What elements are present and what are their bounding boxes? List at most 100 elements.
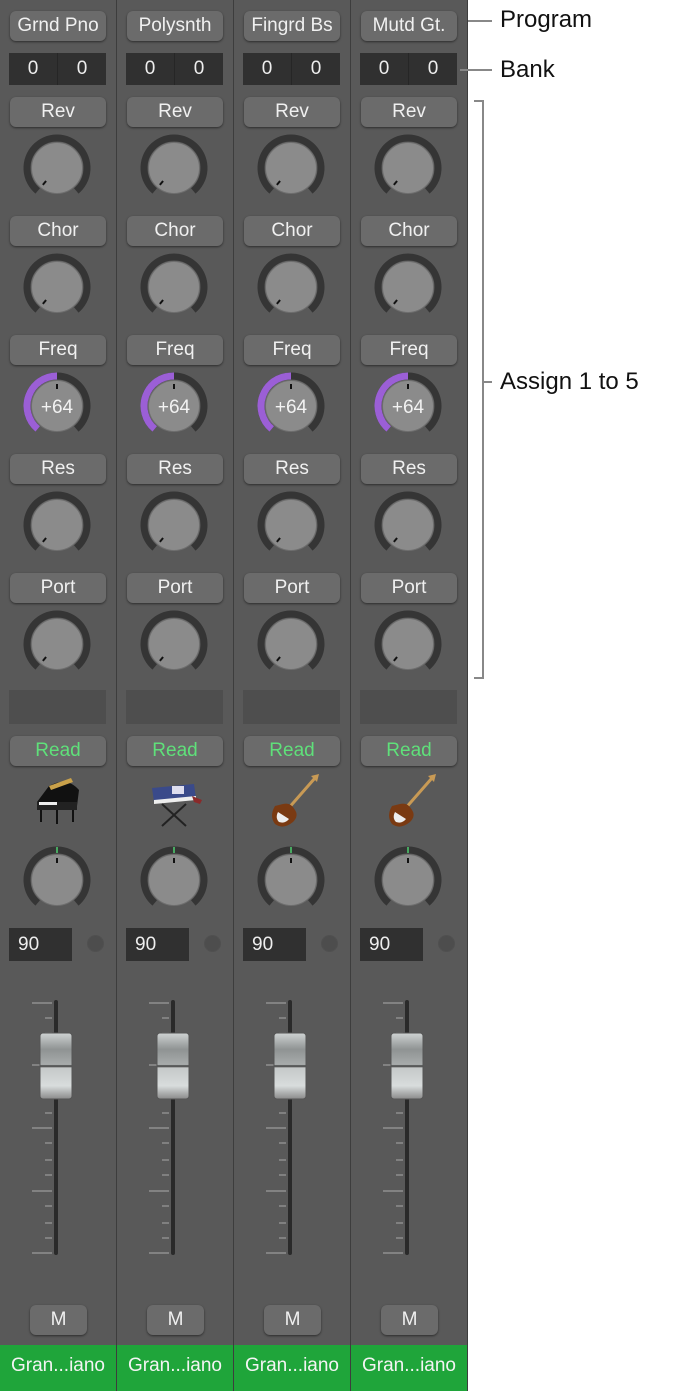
bank-lsb[interactable]: 0	[409, 53, 457, 85]
mute-button[interactable]: M	[147, 1305, 204, 1335]
bank-msb[interactable]: 0	[126, 53, 175, 85]
assign-freq-button[interactable]: Freq	[244, 335, 340, 365]
chor-knob[interactable]	[139, 252, 209, 322]
assign-rev-button[interactable]: Rev	[10, 97, 106, 127]
bank-field[interactable]: 00	[360, 53, 457, 85]
record-indicator[interactable]	[87, 935, 104, 952]
volume-value[interactable]: 90	[126, 928, 189, 961]
program-button[interactable]: Polysnth	[127, 11, 223, 41]
automation-mode-button[interactable]: Read	[361, 736, 457, 766]
track-name[interactable]: Gran...iano	[351, 1345, 467, 1391]
freq-knob[interactable]: +64	[22, 371, 92, 441]
assign-chor-button[interactable]: Chor	[10, 216, 106, 246]
pan-knob[interactable]	[256, 845, 326, 915]
bank-lsb[interactable]: 0	[58, 53, 106, 85]
empty-slot[interactable]	[243, 690, 340, 724]
automation-mode-button[interactable]: Read	[127, 736, 223, 766]
program-button[interactable]: Grnd Pno	[10, 11, 106, 41]
program-button[interactable]: Fingrd Bs	[244, 11, 340, 41]
assign-annotation: Assign 1 to 5	[500, 368, 639, 395]
record-indicator[interactable]	[438, 935, 455, 952]
freq-knob[interactable]: +64	[139, 371, 209, 441]
pan-knob[interactable]	[139, 845, 209, 915]
rev-knob[interactable]	[22, 133, 92, 203]
chor-knob[interactable]	[373, 252, 443, 322]
bank-field[interactable]: 00	[126, 53, 223, 85]
mute-button[interactable]: M	[381, 1305, 438, 1335]
assign-res-button[interactable]: Res	[10, 454, 106, 484]
assign-port-button[interactable]: Port	[127, 573, 223, 603]
res-knob[interactable]	[139, 490, 209, 560]
rev-knob[interactable]	[373, 133, 443, 203]
electric-guitar-icon[interactable]	[378, 772, 438, 832]
automation-mode-button[interactable]: Read	[244, 736, 340, 766]
chor-knob[interactable]	[22, 252, 92, 322]
port-knob[interactable]	[22, 609, 92, 679]
rev-knob[interactable]	[139, 133, 209, 203]
assign-res-button[interactable]: Res	[361, 454, 457, 484]
rev-knob[interactable]	[256, 133, 326, 203]
res-knob[interactable]	[22, 490, 92, 560]
assign-port-button[interactable]: Port	[361, 573, 457, 603]
res-knob[interactable]	[256, 490, 326, 560]
assign-rev-button[interactable]: Rev	[127, 97, 223, 127]
record-indicator[interactable]	[321, 935, 338, 952]
bank-msb[interactable]: 0	[9, 53, 58, 85]
volume-fader[interactable]	[234, 995, 350, 1265]
assign-port-button[interactable]: Port	[10, 573, 106, 603]
grand-piano-icon[interactable]	[27, 772, 87, 832]
track-name[interactable]: Gran...iano	[117, 1345, 233, 1391]
bank-msb[interactable]: 0	[243, 53, 292, 85]
volume-value[interactable]: 90	[360, 928, 423, 961]
assign-chor-button[interactable]: Chor	[244, 216, 340, 246]
volume-fader[interactable]	[117, 995, 233, 1265]
bank-lsb[interactable]: 0	[175, 53, 223, 85]
volume-fader[interactable]	[351, 995, 467, 1265]
pan-knob[interactable]	[22, 845, 92, 915]
bank-msb[interactable]: 0	[360, 53, 409, 85]
bank-field[interactable]: 00	[9, 53, 106, 85]
channel-strip: Polysnth 0 0 Rev Chor Freq +64 Res Port Read 90 M Gr…	[117, 0, 233, 1391]
program-annotation: Program	[500, 6, 593, 33]
volume-fader[interactable]	[0, 995, 116, 1265]
assign-freq-button[interactable]: Freq	[361, 335, 457, 365]
program-button[interactable]: Mutd Gt.	[361, 11, 457, 41]
assign-res-button[interactable]: Res	[244, 454, 340, 484]
assign-chor-button[interactable]: Chor	[361, 216, 457, 246]
assign-port-button[interactable]: Port	[244, 573, 340, 603]
mute-button[interactable]: M	[30, 1305, 87, 1335]
res-knob[interactable]	[373, 490, 443, 560]
electric-guitar-icon[interactable]	[261, 772, 321, 832]
assign-chor-button[interactable]: Chor	[127, 216, 223, 246]
assign-rev-button[interactable]: Rev	[361, 97, 457, 127]
empty-slot[interactable]	[126, 690, 223, 724]
assign-bracket-bottom	[474, 677, 484, 679]
port-knob[interactable]	[373, 609, 443, 679]
mute-button[interactable]: M	[264, 1305, 321, 1335]
assign-res-button[interactable]: Res	[127, 454, 223, 484]
chor-knob[interactable]	[256, 252, 326, 322]
channel-strip: Mutd Gt. 0 0 Rev Chor Freq +64 Res Port Read 90 M Gr…	[351, 0, 467, 1391]
volume-value[interactable]: 90	[243, 928, 306, 961]
volume-value[interactable]: 90	[9, 928, 72, 961]
track-name[interactable]: Gran...iano	[234, 1345, 350, 1391]
channel-strip: Fingrd Bs 0 0 Rev Chor Freq +64 Res Port Read 90 M G…	[234, 0, 350, 1391]
empty-slot[interactable]	[9, 690, 106, 724]
record-indicator[interactable]	[204, 935, 221, 952]
bank-annotation: Bank	[500, 56, 555, 83]
bank-lsb[interactable]: 0	[292, 53, 340, 85]
port-knob[interactable]	[256, 609, 326, 679]
empty-slot[interactable]	[360, 690, 457, 724]
track-name[interactable]: Gran...iano	[0, 1345, 116, 1391]
synth-keyboard-icon[interactable]	[144, 772, 204, 832]
freq-knob[interactable]: +64	[373, 371, 443, 441]
assign-freq-button[interactable]: Freq	[10, 335, 106, 365]
assign-rev-button[interactable]: Rev	[244, 97, 340, 127]
freq-knob[interactable]: +64	[256, 371, 326, 441]
pan-knob[interactable]	[373, 845, 443, 915]
assign-bracket-top	[474, 100, 484, 102]
assign-freq-button[interactable]: Freq	[127, 335, 223, 365]
automation-mode-button[interactable]: Read	[10, 736, 106, 766]
port-knob[interactable]	[139, 609, 209, 679]
bank-field[interactable]: 00	[243, 53, 340, 85]
